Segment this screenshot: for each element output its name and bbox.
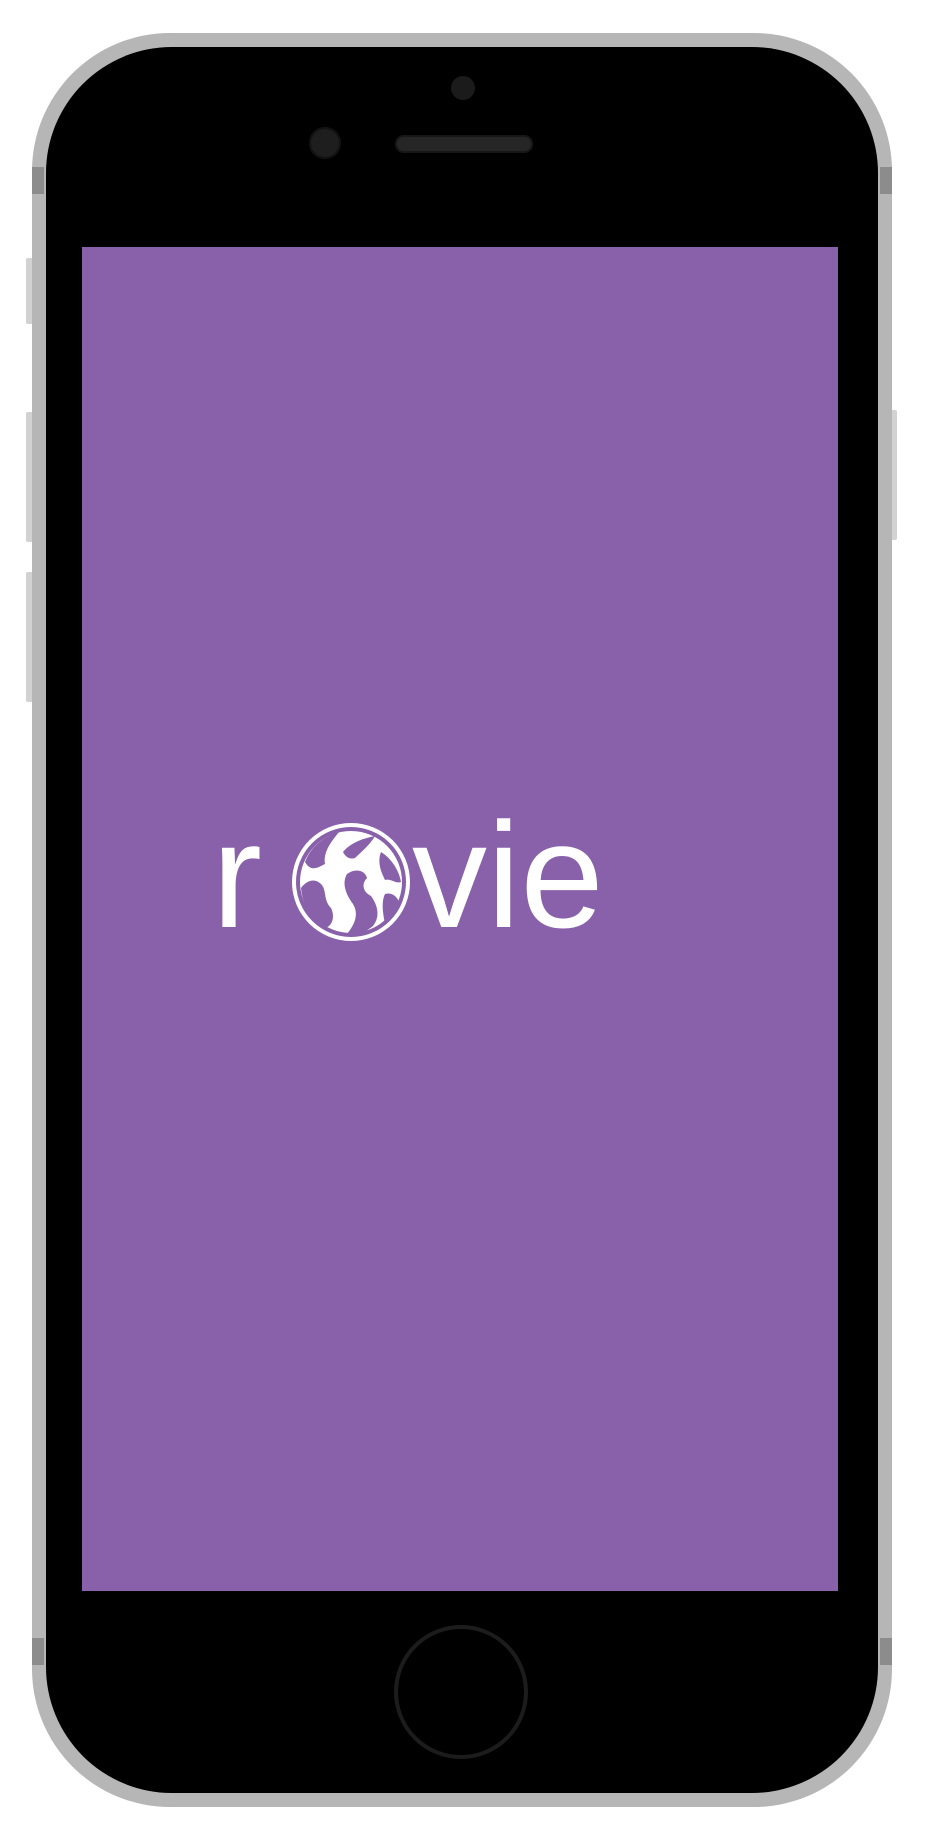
antenna-band: [32, 167, 44, 194]
antenna-band: [32, 1638, 44, 1665]
antenna-band: [880, 167, 892, 194]
antenna-band: [880, 1638, 892, 1665]
logo-letter-r: r: [212, 791, 262, 959]
logo-graphic: r vie: [212, 791, 604, 959]
device-mockup: r vie: [0, 0, 926, 1845]
proximity-sensor: [309, 127, 341, 159]
home-button[interactable]: [394, 1625, 528, 1759]
splash-screen: r vie: [82, 247, 838, 1591]
logo-letters-vie: vie: [412, 791, 604, 959]
app-logo: r vie: [82, 247, 838, 1591]
globe-icon: [292, 823, 410, 941]
earpiece-speaker: [395, 135, 533, 153]
front-camera: [451, 76, 475, 100]
